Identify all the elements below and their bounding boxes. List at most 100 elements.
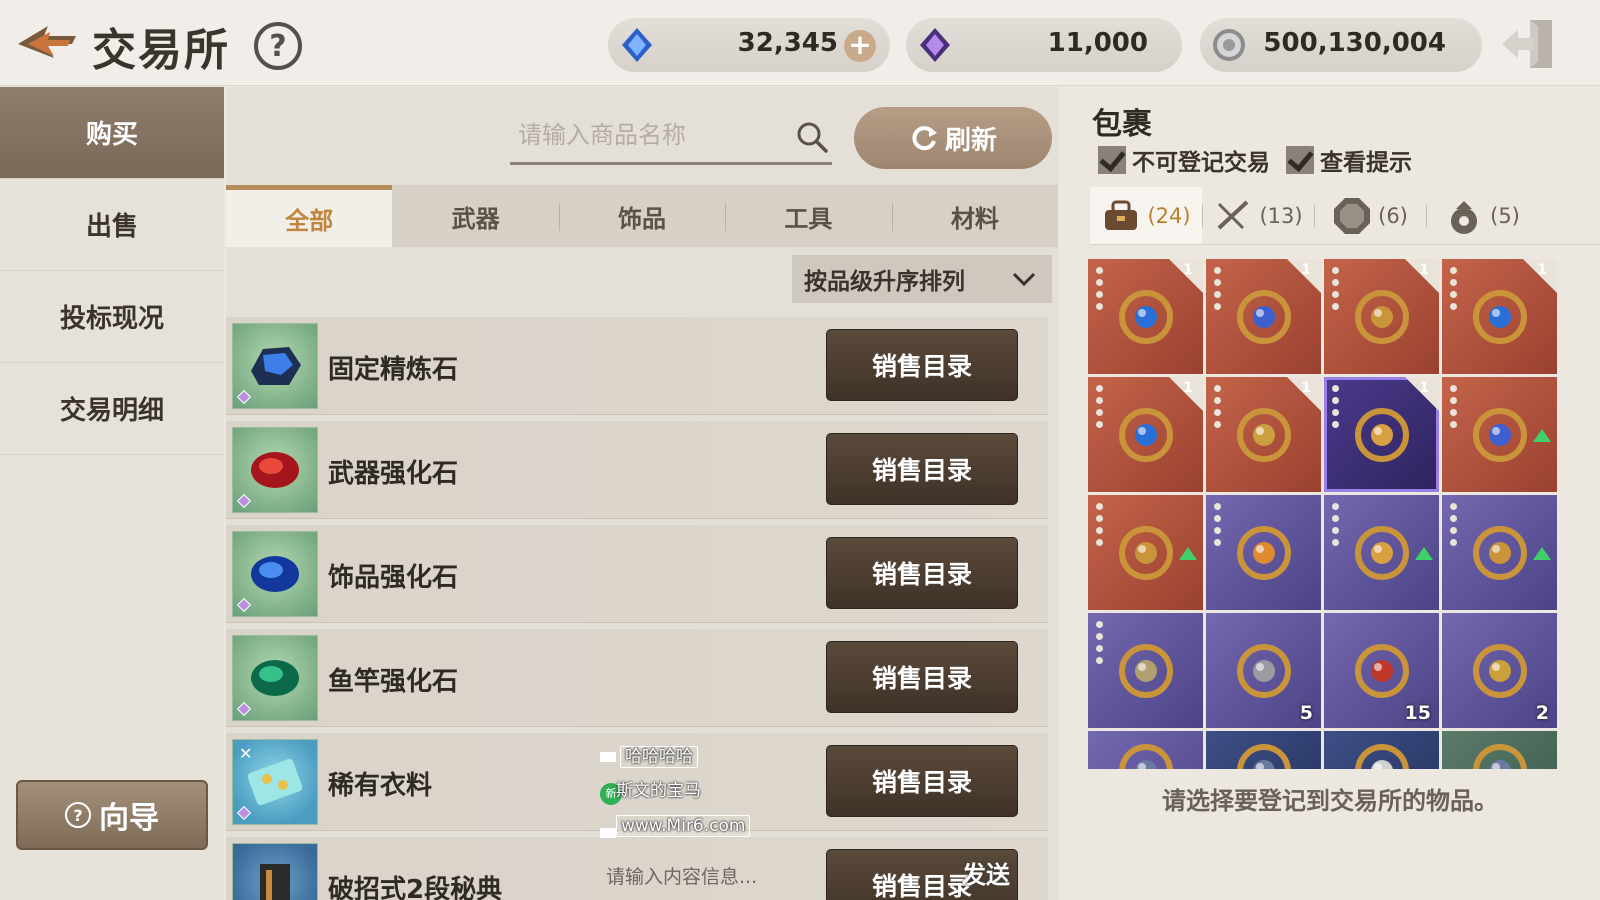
stack-count: 2	[1535, 702, 1549, 724]
item-name: 武器强化石	[328, 459, 459, 489]
slot-dots	[1450, 385, 1458, 433]
bangle-icon	[1237, 408, 1291, 462]
item-name: 稀有衣料	[328, 771, 433, 801]
chest-icon	[1237, 644, 1291, 698]
inventory-slot[interactable]: 1	[1324, 377, 1439, 492]
sidebar-item-buy[interactable]: 购买	[0, 87, 224, 179]
slot-level: 1	[1301, 380, 1311, 396]
search-input[interactable]	[518, 117, 788, 153]
item-icon	[1473, 744, 1527, 769]
weapon-stone-icon	[251, 452, 299, 488]
upgrade-arrow-icon	[1179, 547, 1197, 560]
sidebar-item-trade-history[interactable]: 交易明细	[0, 363, 224, 455]
item-icon	[1119, 744, 1173, 769]
grade-diamond-icon	[236, 701, 252, 717]
guide-button[interactable]: ? 向导	[16, 780, 208, 850]
bracelet-icon	[1119, 408, 1173, 462]
inventory-slot[interactable]: 15	[1324, 613, 1439, 728]
ring-icon	[1473, 526, 1527, 580]
slot-dots	[1214, 503, 1222, 551]
top-bar: 交易所 ? 32,345 + 11,000 500,130,004	[0, 0, 1600, 86]
sidebar-item-sell[interactable]: 出售	[0, 179, 224, 271]
bag-count: (24)	[1147, 203, 1191, 228]
sales-list-button[interactable]: 销售目录	[826, 537, 1018, 609]
slot-dots	[1214, 267, 1222, 315]
inventory-slot[interactable]	[1206, 731, 1321, 769]
list-item[interactable]: 武器强化石 销售目录	[226, 421, 1048, 519]
ring-icon	[1119, 526, 1173, 580]
bag-count: (5)	[1490, 203, 1520, 228]
slot-level: 1	[1537, 262, 1547, 278]
add-currency-button[interactable]: +	[844, 30, 876, 62]
inventory-slot[interactable]	[1088, 731, 1203, 769]
tab-accessory[interactable]: 饰品	[558, 185, 725, 247]
tab-all[interactable]: 全部	[226, 185, 393, 247]
bag-tab-materials[interactable]: (5)	[1426, 187, 1538, 244]
tab-material[interactable]: 材料	[891, 185, 1058, 247]
silver-coin-icon	[1213, 29, 1245, 61]
slot-level: 1	[1419, 262, 1429, 278]
necklace-icon	[1119, 290, 1173, 344]
currency-silver: 500,130,004	[1200, 18, 1482, 72]
inventory-slot[interactable]	[1206, 495, 1321, 610]
diamond-amount: 32,345	[737, 28, 838, 58]
back-arrow-icon[interactable]	[14, 22, 80, 66]
slot-dots	[1332, 503, 1340, 551]
inventory-slot[interactable]: 2	[1442, 613, 1557, 728]
butterfly-necklace-icon	[1237, 290, 1291, 344]
inventory-slot[interactable]: 1	[1088, 259, 1203, 374]
octagon-gem-icon	[1334, 197, 1371, 234]
pendant-icon	[1237, 526, 1291, 580]
sales-list-button[interactable]: 销售目录	[826, 745, 1018, 817]
untradeable-checkbox[interactable]: 不可登记交易	[1098, 143, 1270, 177]
search-box	[510, 109, 832, 165]
show-hint-checkbox[interactable]: 查看提示	[1286, 143, 1412, 177]
help-button[interactable]: ?	[254, 22, 302, 70]
book-icon	[260, 864, 290, 900]
inventory-slot[interactable]	[1442, 731, 1557, 769]
tab-tool[interactable]: 工具	[725, 185, 891, 247]
bag-tab-accessories[interactable]: (6)	[1314, 187, 1426, 244]
bag-tab-weapons[interactable]: (13)	[1202, 187, 1314, 244]
list-item[interactable]: 饰品强化石 销售目录	[226, 525, 1048, 623]
item-thumbnail	[232, 427, 318, 513]
send-button[interactable]: 发送	[962, 855, 1010, 890]
earring-icon	[1355, 526, 1409, 580]
exit-icon[interactable]	[1500, 16, 1558, 72]
inventory-slot[interactable]: 1	[1206, 377, 1321, 492]
inventory-slot[interactable]: 1	[1442, 259, 1557, 374]
inventory-slot[interactable]	[1324, 731, 1439, 769]
inventory-slot[interactable]: 1	[1324, 259, 1439, 374]
tab-weapon[interactable]: 武器	[392, 185, 558, 247]
slot-level: 1	[1183, 380, 1193, 396]
chat-input[interactable]: 请输入内容信息...	[606, 862, 757, 889]
slot-dots	[1096, 503, 1104, 551]
sidebar-item-bid-status[interactable]: 投标现况	[0, 271, 224, 363]
sales-list-button[interactable]: 销售目录	[826, 433, 1018, 505]
sort-label: 按品级升序排列	[804, 269, 965, 295]
inventory-slot[interactable]	[1088, 613, 1203, 728]
purple-diamond-icon	[920, 28, 950, 62]
inventory-slot[interactable]: 1	[1088, 377, 1203, 492]
inventory-slot[interactable]: 1	[1206, 259, 1321, 374]
search-icon[interactable]	[796, 121, 828, 153]
item-name: 破招式2段秘典	[328, 875, 503, 900]
grade-diamond-icon	[236, 389, 252, 405]
page-title: 交易所	[92, 25, 230, 76]
inventory-slot[interactable]	[1088, 495, 1203, 610]
sales-list-button[interactable]: 销售目录	[826, 641, 1018, 713]
sales-list-button[interactable]: 销售目录	[826, 329, 1018, 401]
chevron-down-icon	[1012, 272, 1036, 287]
inventory-slot[interactable]: 5	[1206, 613, 1321, 728]
inventory-slot[interactable]	[1442, 377, 1557, 492]
ring-icon	[1355, 290, 1409, 344]
inventory-slot[interactable]	[1442, 495, 1557, 610]
sort-dropdown[interactable]: 按品级升序排列	[792, 255, 1052, 303]
bead-bracelet-icon	[1119, 644, 1173, 698]
list-item[interactable]: 固定精炼石 销售目录	[226, 317, 1048, 415]
upgrade-arrow-icon	[1415, 547, 1433, 560]
bag-tab-all[interactable]: (24)	[1090, 187, 1202, 244]
list-item[interactable]: 鱼竿强化石 销售目录	[226, 629, 1048, 727]
inventory-slot[interactable]	[1324, 495, 1439, 610]
refresh-button[interactable]: 刷新	[854, 107, 1052, 169]
